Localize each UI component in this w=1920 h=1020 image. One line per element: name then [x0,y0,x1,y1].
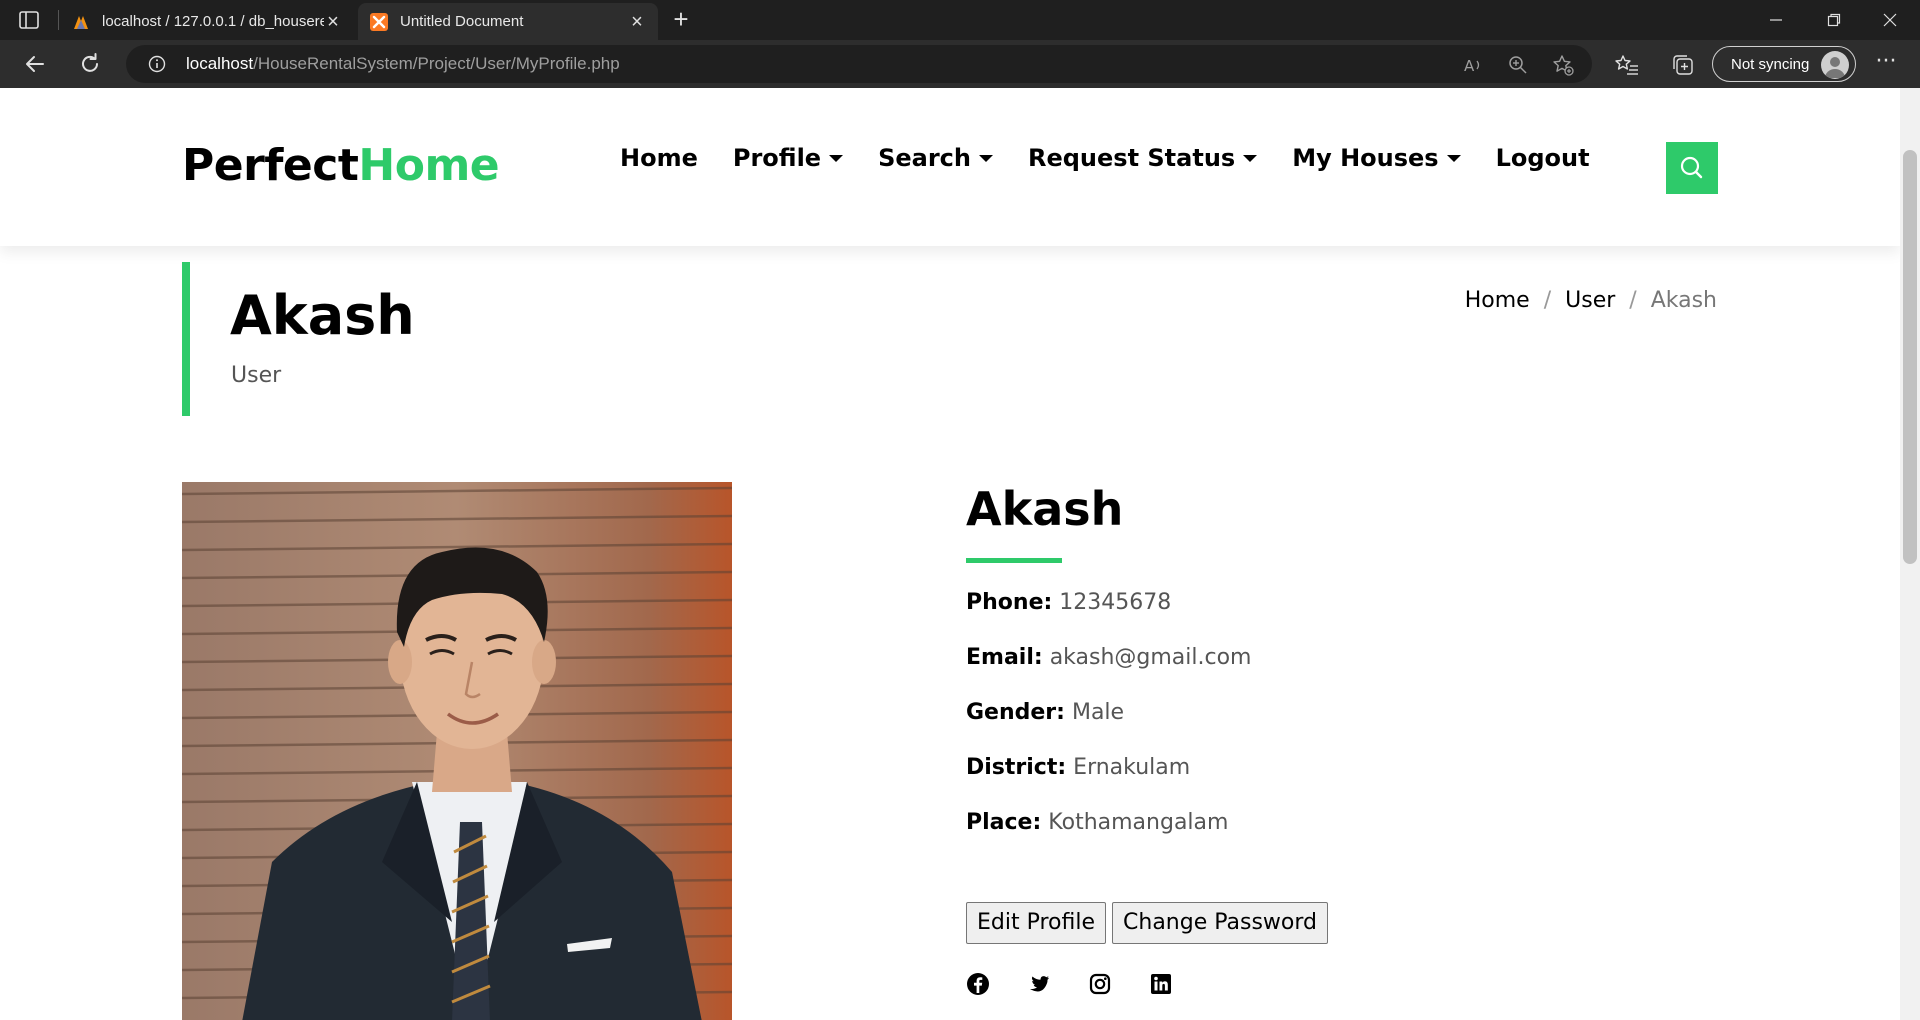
dropdown-caret-icon [829,154,844,162]
title-accent-bar [182,262,190,416]
tab-title: Untitled Document [400,13,524,30]
phone-label: Phone: [966,590,1053,615]
phone-value: 12345678 [1059,590,1172,615]
instagram-icon[interactable] [1088,972,1112,996]
site-header: PerfectHome Home Profile Search Request … [0,88,1900,246]
address-bar[interactable]: localhost/HouseRentalSystem/Project/User… [126,45,1592,83]
place-value: Kothamangalam [1048,810,1229,835]
dropdown-caret-icon [1243,154,1258,162]
page-scrollbar[interactable] [1900,88,1920,1020]
profile-sync-button[interactable]: Not syncing [1712,46,1856,82]
nav-home[interactable]: Home [620,144,698,172]
email-value: akash@gmail.com [1049,645,1252,670]
nav-my-houses[interactable]: My Houses [1292,144,1461,172]
new-tab-button[interactable]: + [668,6,694,33]
profile-name: Akash [966,482,1124,536]
read-aloud-icon[interactable]: A [1462,54,1484,76]
profile-actions: Edit Profile Change Password [966,902,1334,944]
phone-row: Phone: 12345678 [966,590,1171,615]
zoom-icon[interactable] [1507,54,1529,76]
browser-tab-bar: localhost / 127.0.0.1 / db_houserental ×… [0,0,1920,40]
district-label: District: [966,755,1067,780]
gender-value: Male [1071,700,1125,725]
page-viewport: PerfectHome Home Profile Search Request … [0,88,1920,1020]
district-value: Ernakulam [1073,755,1191,780]
facebook-icon[interactable] [966,972,990,996]
browser-tab-phpmyadmin[interactable]: localhost / 127.0.0.1 / db_houserental × [60,3,354,40]
close-tab-icon[interactable]: × [324,12,342,32]
close-window-icon[interactable] [1862,0,1918,40]
search-icon [1680,156,1703,179]
more-options-icon[interactable]: ··· [1872,50,1900,78]
phpmyadmin-icon [74,15,88,29]
xampp-icon [370,12,388,31]
avatar [1821,51,1849,79]
name-underline [966,558,1062,563]
svg-text:A: A [1464,57,1475,75]
gender-label: Gender: [966,700,1065,725]
main-nav: Home Profile Search Request Status My Ho… [620,144,1625,172]
gender-row: Gender: Male [966,700,1124,725]
sync-label: Not syncing [1731,56,1810,73]
collections-icon[interactable] [1671,53,1695,77]
tab-separator [58,10,59,30]
email-label: Email: [966,645,1043,670]
sidebar-toggle-icon[interactable] [18,9,40,31]
breadcrumb-home[interactable]: Home [1465,288,1530,313]
nav-logout[interactable]: Logout [1496,144,1590,172]
dropdown-caret-icon [1446,154,1461,162]
profile-photo [182,482,732,1020]
email-row: Email: akash@gmail.com [966,645,1252,670]
restore-icon[interactable] [1806,0,1862,40]
search-button[interactable] [1666,142,1718,194]
add-favorite-icon[interactable] [1552,54,1574,76]
place-row: Place: Kothamangalam [966,810,1228,835]
breadcrumb-separator: / [1629,288,1637,313]
site-info-icon[interactable] [148,55,166,73]
dropdown-caret-icon [978,154,993,162]
url-text: localhost/HouseRentalSystem/Project/User… [186,54,620,73]
breadcrumb-separator: / [1543,288,1552,313]
change-password-button[interactable]: Change Password [1112,902,1328,944]
browser-tab-untitled[interactable]: Untitled Document × [358,3,658,40]
breadcrumb-current: Akash [1650,288,1717,313]
district-row: District: Ernakulam [966,755,1190,780]
back-arrow-icon[interactable] [21,50,49,78]
site-logo[interactable]: PerfectHome [182,140,500,191]
page-subtitle: User [231,363,282,388]
nav-request-status[interactable]: Request Status [1028,144,1258,172]
refresh-icon[interactable] [76,50,104,78]
page-title: Akash [230,284,415,347]
breadcrumb-user[interactable]: User [1565,288,1615,313]
edit-profile-button[interactable]: Edit Profile [966,902,1107,944]
nav-search[interactable]: Search [878,144,993,172]
close-tab-icon[interactable]: × [628,12,646,32]
twitter-icon[interactable] [1027,972,1051,996]
linkedin-icon[interactable] [1149,972,1173,996]
social-links [966,972,1210,996]
place-label: Place: [966,810,1042,835]
minimize-icon[interactable] [1748,0,1804,40]
browser-toolbar: localhost/HouseRentalSystem/Project/User… [0,40,1920,88]
tab-title: localhost / 127.0.0.1 / db_houserental [102,13,324,30]
scrollbar-thumb[interactable] [1903,150,1917,564]
favorites-icon[interactable] [1615,53,1639,77]
nav-profile[interactable]: Profile [733,144,844,172]
breadcrumb: Home / User / Akash [1465,288,1717,313]
